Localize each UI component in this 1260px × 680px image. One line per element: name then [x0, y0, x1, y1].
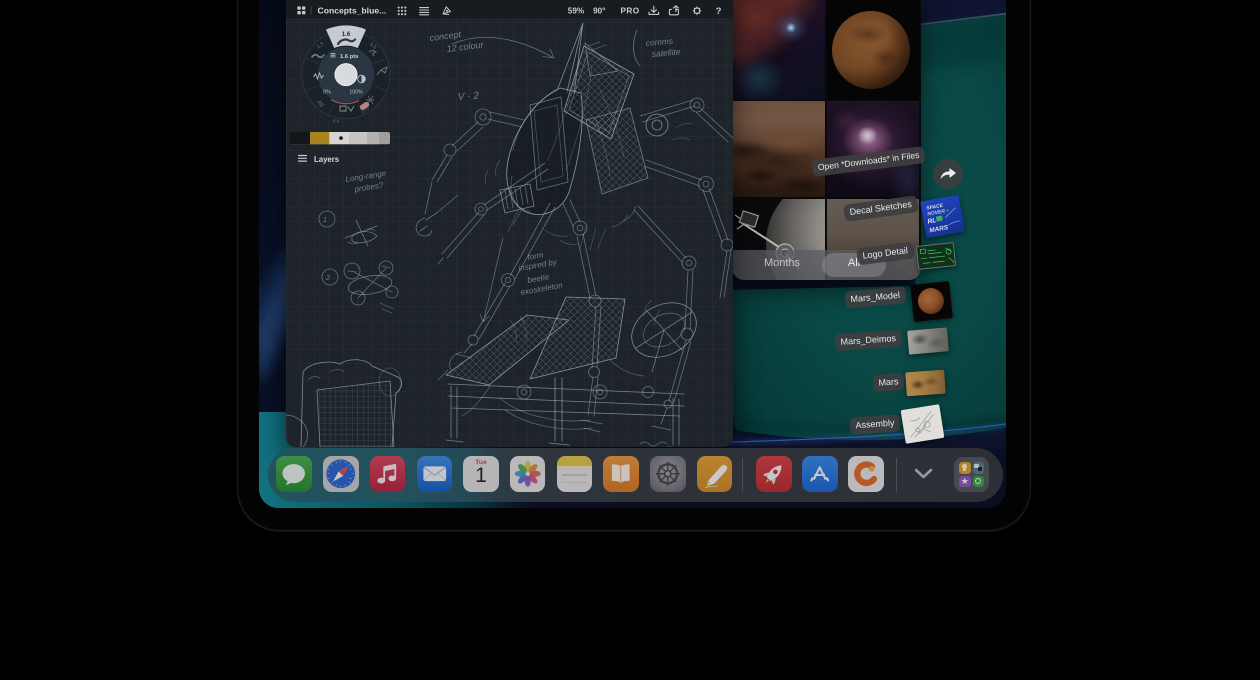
svg-text:MARS: MARS — [929, 224, 950, 234]
svg-text:+: + — [946, 208, 950, 214]
svg-text:RL: RL — [927, 217, 937, 225]
